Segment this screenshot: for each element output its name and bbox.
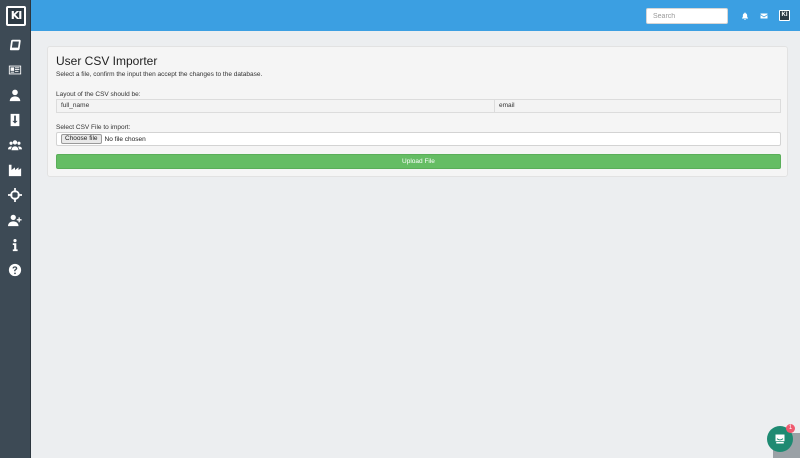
id-card-icon — [8, 65, 22, 75]
sidebar-item-download[interactable] — [7, 112, 23, 128]
chat-notification-badge: 1 — [786, 424, 795, 433]
csv-column-email: email — [499, 102, 515, 109]
sidebar-item-users[interactable] — [7, 137, 23, 153]
sidebar-item-book[interactable] — [7, 37, 23, 53]
csv-layout-label: Layout of the CSV should be: — [56, 91, 141, 98]
sidebar-item-info[interactable] — [7, 237, 23, 253]
download-icon — [10, 113, 20, 127]
csv-file-input[interactable]: Choose file No file chosen — [56, 132, 781, 146]
user-plus-icon — [8, 214, 22, 227]
sidebar-item-user[interactable] — [7, 87, 23, 103]
csv-layout-table: full_name email — [56, 99, 781, 113]
choose-file-button[interactable]: Choose file — [61, 134, 102, 144]
factory-icon — [8, 164, 22, 177]
page-title: User CSV Importer — [56, 54, 158, 68]
sidebar-item-id-card[interactable] — [7, 62, 23, 78]
page-subtitle: Select a file, confirm the input then ac… — [56, 71, 263, 78]
users-icon — [8, 140, 22, 151]
question-circle-icon — [8, 263, 22, 277]
sidebar-item-help[interactable] — [7, 262, 23, 278]
info-icon — [12, 239, 18, 252]
sidebar-item-factory[interactable] — [7, 162, 23, 178]
avatar-text: KI — [780, 11, 789, 20]
user-icon — [9, 89, 21, 102]
envelope-icon — [760, 13, 767, 18]
messages-button[interactable] — [759, 11, 768, 20]
sidebar-item-crosshairs[interactable] — [7, 187, 23, 203]
book-icon — [9, 39, 21, 51]
app-logo-text: KI — [8, 8, 24, 24]
user-avatar[interactable]: KI — [779, 10, 790, 21]
crosshairs-icon — [8, 188, 22, 202]
file-input-label: Select CSV File to import: — [56, 124, 131, 131]
chat-icon — [775, 434, 785, 444]
app-logo[interactable]: KI — [6, 6, 26, 26]
bell-icon — [741, 12, 748, 20]
file-status-text: No file chosen — [104, 135, 146, 143]
notifications-button[interactable] — [740, 11, 749, 20]
sidebar-item-add-user[interactable] — [7, 212, 23, 228]
upload-file-button[interactable]: Upload File — [56, 154, 781, 169]
sidebar: KI — [0, 0, 31, 458]
search-input[interactable] — [646, 8, 728, 24]
csv-column-full-name: full_name — [57, 100, 495, 112]
csv-importer-card: User CSV Importer Select a file, confirm… — [47, 46, 788, 177]
